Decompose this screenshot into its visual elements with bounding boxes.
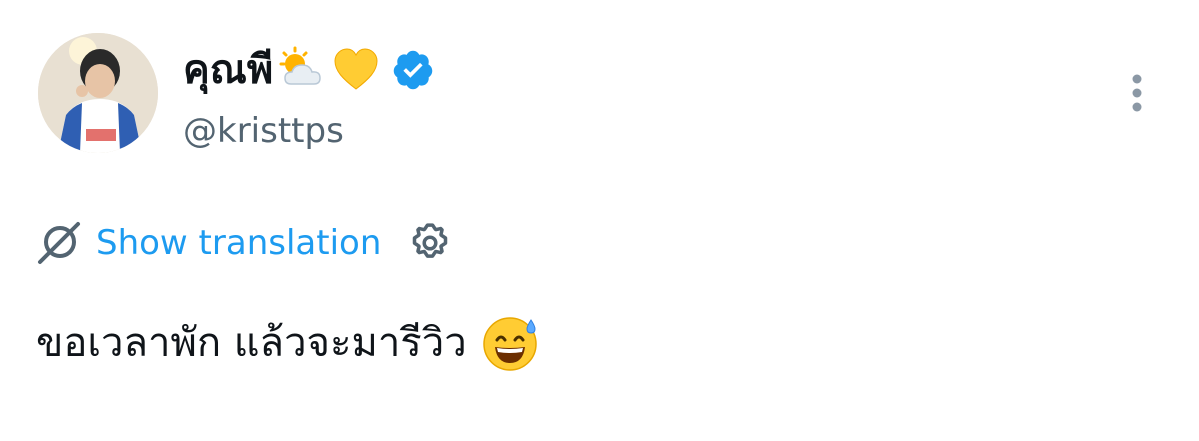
author-handle[interactable]: @kristtps [183,108,344,154]
grinning-face-with-sweat-icon [481,314,539,372]
avatar-photo [38,33,158,153]
author-display-name[interactable]: คุณพี [183,42,273,98]
translation-row: Show translation [36,215,451,271]
author-name-row[interactable]: คุณพี [183,42,435,98]
sun-behind-cloud-icon [277,46,325,94]
translate-globe-icon [36,220,82,266]
show-translation-link[interactable]: Show translation [96,220,381,266]
more-options-button[interactable] [1121,70,1153,120]
tweet-body: ขอเวลาพัก แล้วจะมารีวิว [36,310,539,376]
gear-icon [413,223,448,258]
yellow-heart-icon [331,45,381,95]
tweet-text: ขอเวลาพัก แล้วจะมารีวิว [36,320,467,366]
author-avatar[interactable] [38,33,158,153]
verified-badge-icon[interactable] [391,48,435,92]
translation-settings-button[interactable] [409,222,451,264]
more-vertical-icon [1132,74,1142,112]
